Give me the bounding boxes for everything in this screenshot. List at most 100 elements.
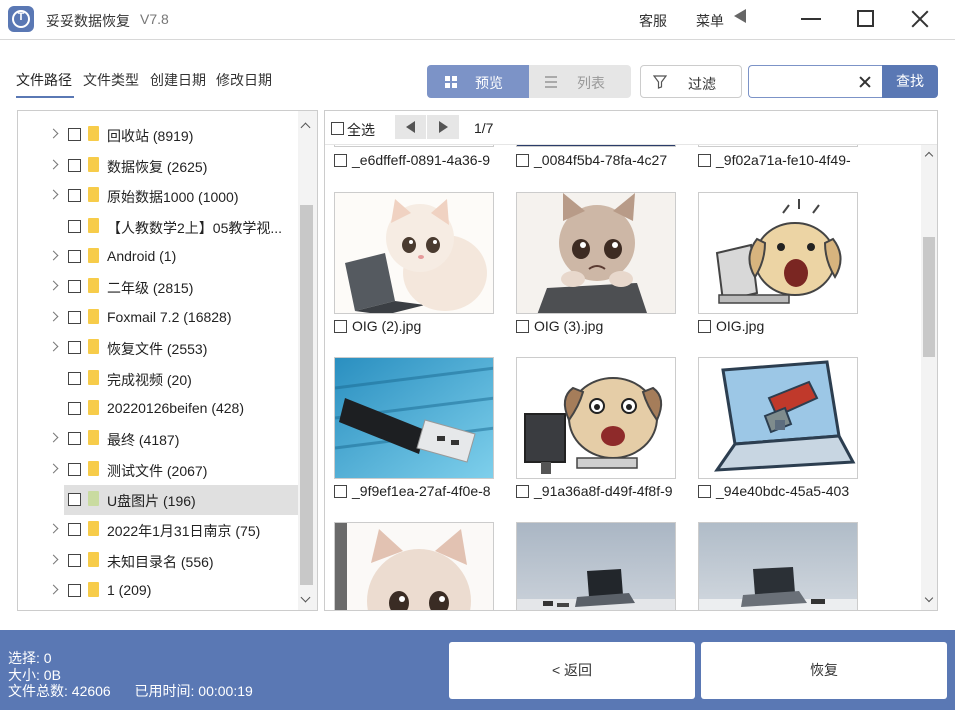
file-thumbnail[interactable] <box>334 357 494 479</box>
file-thumbnail[interactable] <box>698 522 858 610</box>
minimize-icon <box>801 18 821 20</box>
prev-page-button[interactable] <box>395 115 427 139</box>
file-checkbox[interactable] <box>334 485 347 498</box>
tree-checkbox[interactable] <box>68 189 81 202</box>
tree-checkbox[interactable] <box>68 584 81 597</box>
tree-item[interactable]: 【人教数学2上】05教学视... <box>18 212 298 242</box>
tree-checkbox[interactable] <box>68 402 81 415</box>
tree-checkbox[interactable] <box>68 372 81 385</box>
expand-chevron-icon[interactable] <box>48 341 59 352</box>
tree-item[interactable]: 回收站 (8919) <box>18 120 298 150</box>
tree-item[interactable]: 未知目录名 (556) <box>18 546 298 576</box>
tab-created-date[interactable]: 创建日期 <box>150 70 206 90</box>
expand-chevron-icon[interactable] <box>48 523 59 534</box>
expand-chevron-icon[interactable] <box>48 432 59 443</box>
tree-item[interactable]: 1 (209) <box>18 576 298 606</box>
grid-scrollbar[interactable] <box>921 145 937 610</box>
file-checkbox[interactable] <box>698 154 711 167</box>
file-checkbox[interactable] <box>516 485 529 498</box>
tab-file-path[interactable]: 文件路径 <box>16 70 72 90</box>
expand-chevron-icon[interactable] <box>48 311 59 322</box>
tab-file-type[interactable]: 文件类型 <box>83 70 139 90</box>
search-input[interactable] <box>755 72 851 92</box>
tree-checkbox[interactable] <box>68 463 81 476</box>
clear-search-icon[interactable] <box>855 72 875 92</box>
close-button[interactable] <box>905 6 935 32</box>
tree-item-label: 二年级 (2815) <box>107 280 194 296</box>
tree-item[interactable]: 最终 (4187) <box>18 424 298 454</box>
next-page-button[interactable] <box>427 115 459 139</box>
file-checkbox[interactable] <box>334 154 347 167</box>
filter-button[interactable]: 过滤 <box>640 65 742 98</box>
tree-checkbox[interactable] <box>68 311 81 324</box>
expand-chevron-icon[interactable] <box>48 280 59 291</box>
select-all-checkbox[interactable] <box>331 122 344 135</box>
tree-checkbox[interactable] <box>68 128 81 141</box>
expand-chevron-icon[interactable] <box>48 584 59 595</box>
tree-checkbox[interactable] <box>68 220 81 233</box>
scroll-up-icon[interactable] <box>300 122 311 133</box>
file-checkbox[interactable] <box>516 154 529 167</box>
expand-chevron-icon[interactable] <box>48 159 59 170</box>
file-checkbox[interactable] <box>334 320 347 333</box>
status-bar: 选择: 0 大小: 0B 文件总数: 42606 已用时间: 00:00:19 … <box>0 630 955 710</box>
list-view-button[interactable]: 列表 <box>529 65 631 98</box>
tree-item[interactable]: 原始数据1000 (1000) <box>18 181 298 211</box>
file-checkbox[interactable] <box>698 485 711 498</box>
file-checkbox[interactable] <box>698 320 711 333</box>
recover-button[interactable]: 恢复 <box>701 642 947 699</box>
file-thumbnail[interactable] <box>334 192 494 314</box>
grid-scroll-thumb[interactable] <box>923 237 935 357</box>
tree-item[interactable]: 恢复文件 (2553) <box>18 333 298 363</box>
tree-item-label: 2022年1月31日南京 (75) <box>107 523 261 539</box>
tree-item[interactable]: 20220126beifen (428) <box>18 394 298 424</box>
file-thumbnail[interactable] <box>698 192 858 314</box>
file-name: OIG.jpg <box>716 318 765 334</box>
tree-checkbox[interactable] <box>68 341 81 354</box>
preview-view-button[interactable]: 预览 <box>427 65 529 98</box>
expand-chevron-icon[interactable] <box>48 250 59 261</box>
file-caption: OIG (3).jpg <box>516 317 682 337</box>
file-checkbox[interactable] <box>516 320 529 333</box>
file-thumbnail[interactable] <box>698 357 858 479</box>
menu-arrow-icon[interactable] <box>734 9 746 23</box>
tree-item[interactable]: Android (1) <box>18 242 298 272</box>
tree-checkbox[interactable] <box>68 493 81 506</box>
file-thumbnail[interactable] <box>516 522 676 610</box>
tree-scrollbar[interactable] <box>298 111 317 610</box>
tree-checkbox[interactable] <box>68 523 81 536</box>
file-thumbnail[interactable] <box>516 192 676 314</box>
maximize-button[interactable] <box>851 6 881 32</box>
tree-checkbox[interactable] <box>68 250 81 263</box>
file-preview-grid: 全选 1/7 _e6dffeff-0891-4a36-9 _0084f5b4-7… <box>324 110 938 611</box>
scroll-down-icon[interactable] <box>924 593 934 603</box>
search-button[interactable]: 查找 <box>882 65 938 98</box>
tree-item[interactable]: 测试文件 (2067) <box>18 455 298 485</box>
back-button[interactable]: < 返回 <box>449 642 695 699</box>
tree-item[interactable]: 完成视频 (20) <box>18 364 298 394</box>
tree-checkbox[interactable] <box>68 280 81 293</box>
tree-item[interactable]: 二年级 (2815) <box>18 272 298 302</box>
tree-item[interactable]: 2022年1月31日南京 (75) <box>18 515 298 545</box>
file-name: _94e40bdc-45a5-403 <box>716 483 850 499</box>
scroll-down-icon[interactable] <box>300 592 311 603</box>
menu-button[interactable]: 菜单 <box>696 11 724 31</box>
tree-item[interactable]: Foxmail 7.2 (16828) <box>18 303 298 333</box>
tab-modified-date[interactable]: 修改日期 <box>216 70 272 90</box>
expand-chevron-icon[interactable] <box>48 128 59 139</box>
support-link[interactable]: 客服 <box>639 11 667 31</box>
tree-checkbox[interactable] <box>68 432 81 445</box>
expand-chevron-icon[interactable] <box>48 463 59 474</box>
tree-checkbox[interactable] <box>68 159 81 172</box>
file-thumbnail[interactable] <box>334 522 494 610</box>
file-thumbnail[interactable] <box>516 357 676 479</box>
tree-item-selected[interactable]: U盘图片 (196) <box>64 485 298 515</box>
expand-chevron-icon[interactable] <box>48 189 59 200</box>
tree-item-content: U盘图片 (196) <box>18 485 298 515</box>
scroll-up-icon[interactable] <box>924 151 934 161</box>
expand-chevron-icon[interactable] <box>48 554 59 565</box>
minimize-button[interactable] <box>796 6 826 32</box>
tree-checkbox[interactable] <box>68 554 81 567</box>
tree-scroll-thumb[interactable] <box>300 205 313 585</box>
tree-item[interactable]: 数据恢复 (2625) <box>18 151 298 181</box>
